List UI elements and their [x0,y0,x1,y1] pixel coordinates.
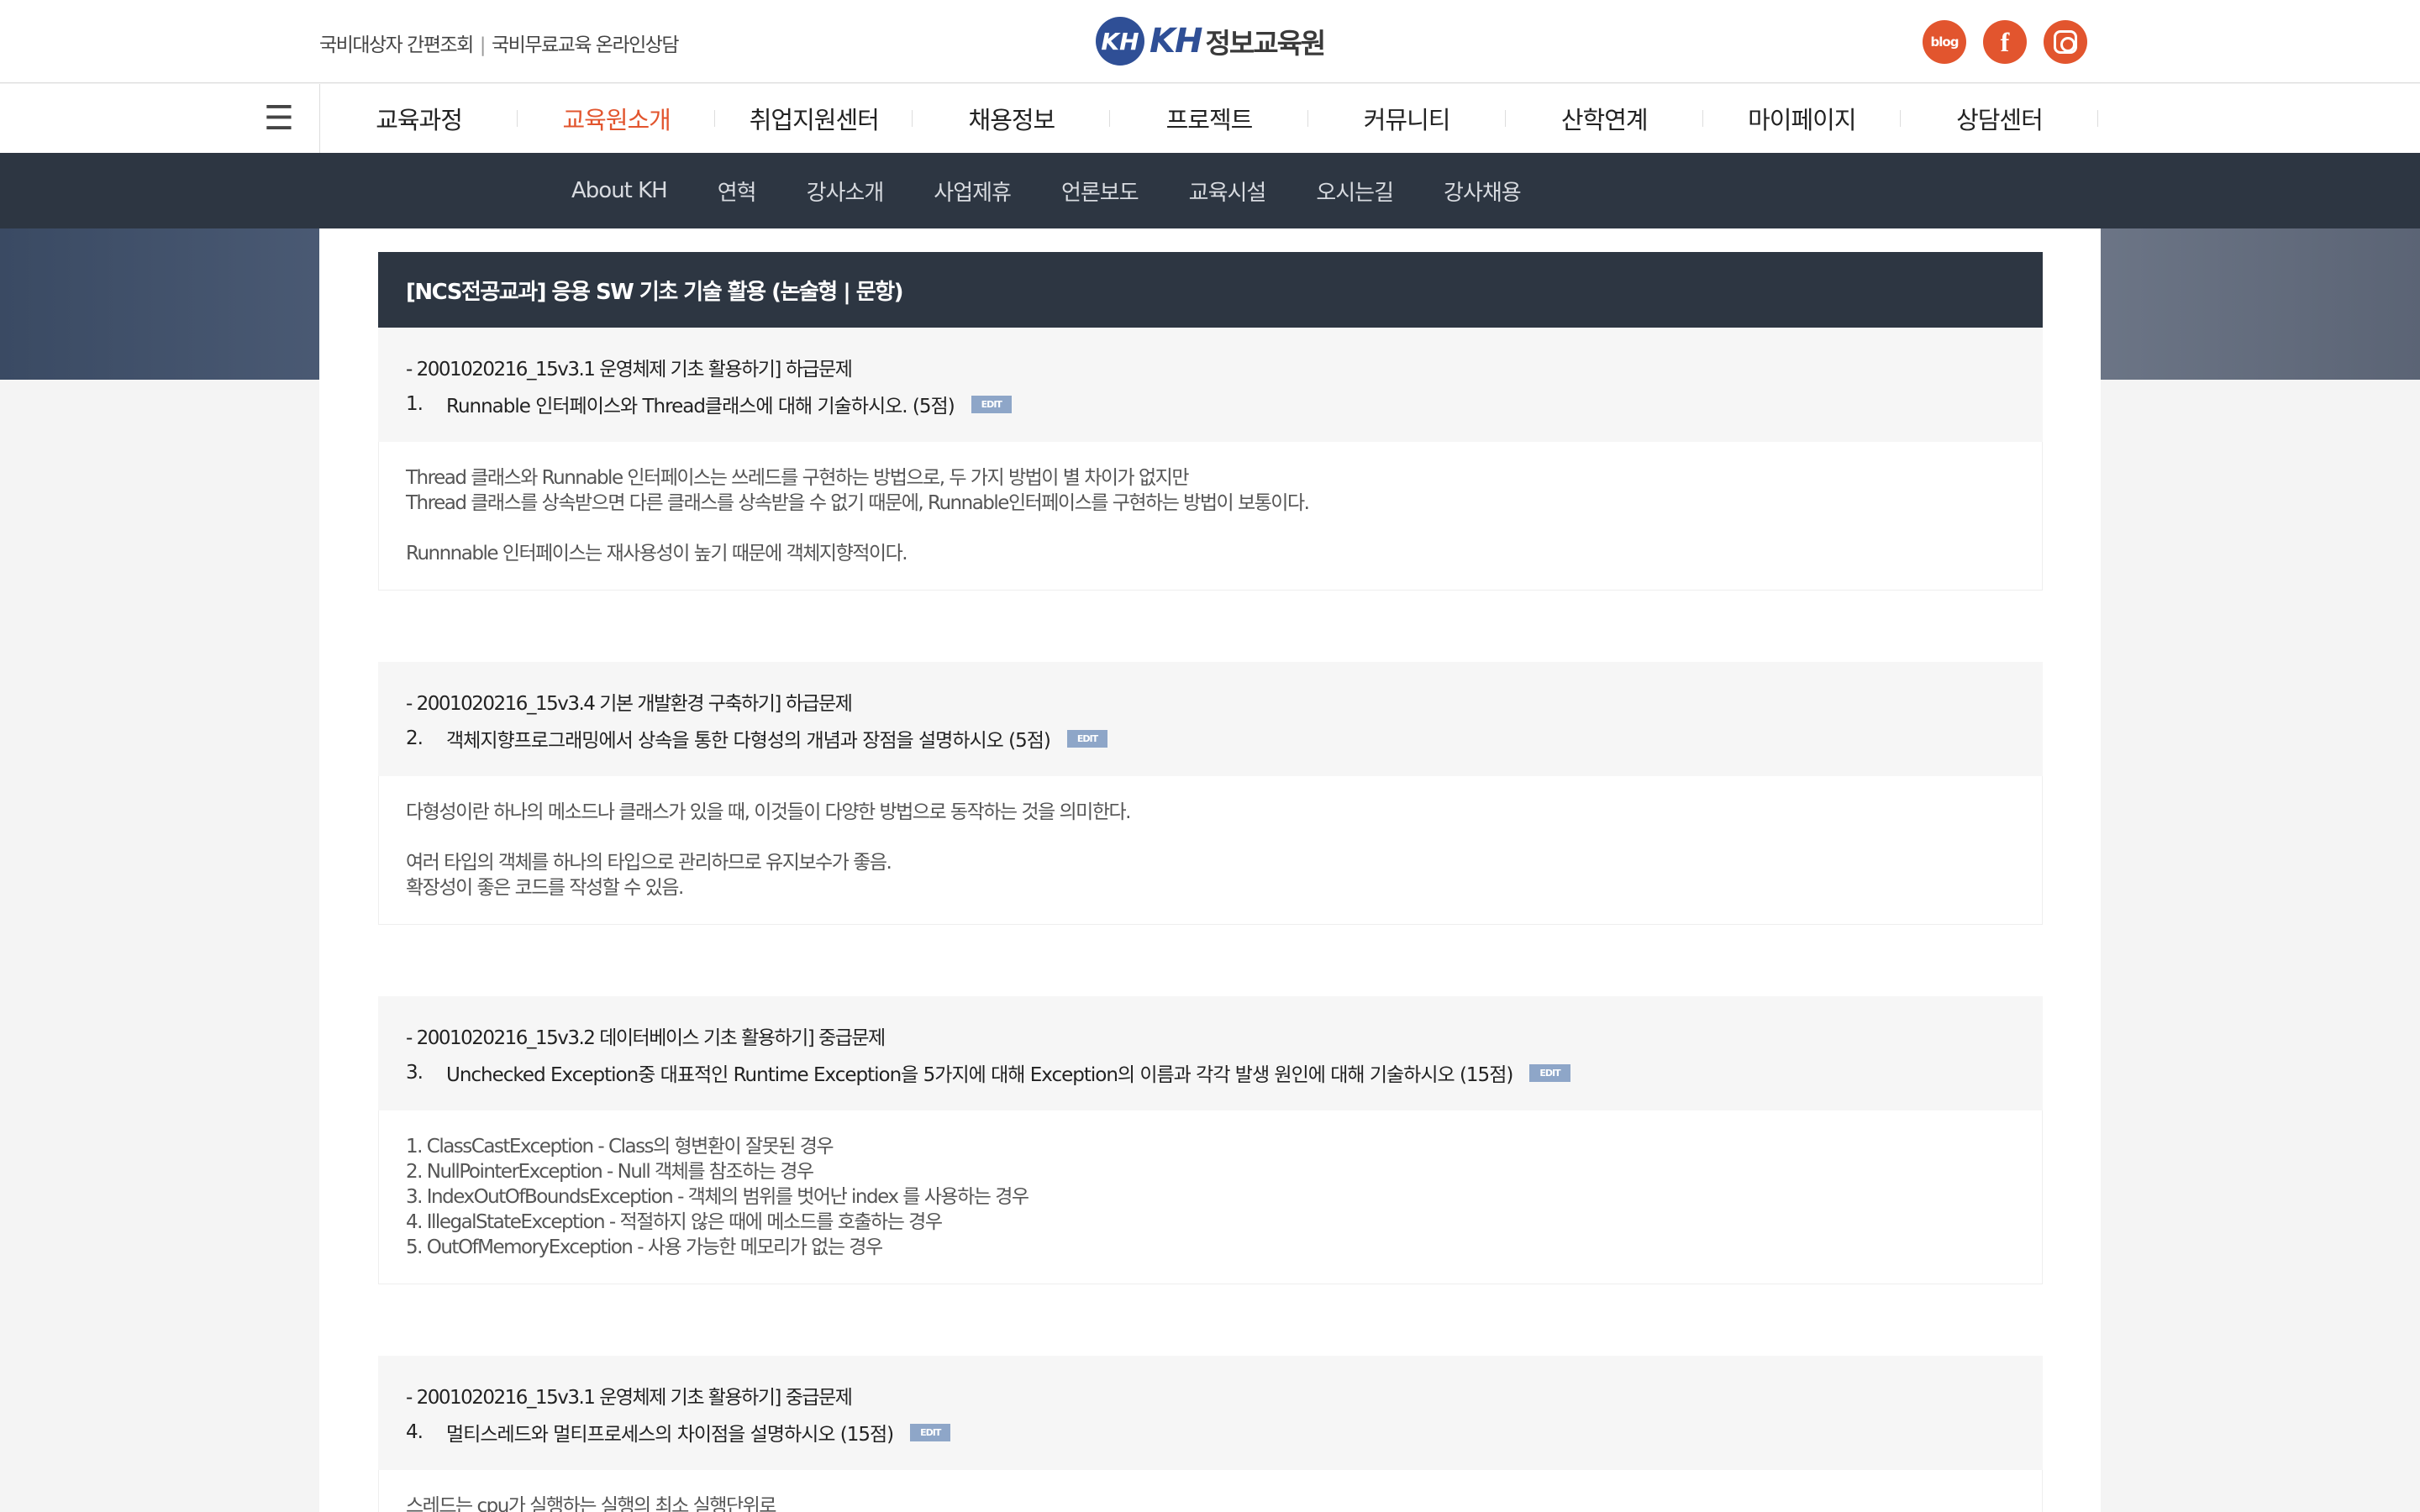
answer-box: Thread 클래스와 Runnable 인터페이스는 쓰레드를 구현하는 방법… [378,442,2043,591]
question-category: - 2001020216_15v3.1 운영체제 기초 활용하기] 중급문제 [406,1387,853,1409]
answer-line: Thread 클래스와 Runnable 인터페이스는 쓰레드를 구현하는 방법… [406,467,1189,489]
edit-button[interactable]: EDIT [910,1423,951,1441]
answer-line: 3. IndexOutOfBoundsException - 객체의 범위를 벗… [406,1186,1029,1208]
nav-item-courses[interactable]: 교육과정 [320,84,518,153]
answer-box: 다형성이란 하나의 메소드나 클래스가 있을 때, 이것들이 다양한 방법으로 … [378,776,2043,925]
question-category: - 2001020216_15v3.1 운영체제 기초 활용하기] 하급문제 [406,359,853,381]
answer-line: 2. NullPointerException - Null 객체를 참조하는 … [406,1161,814,1183]
subnav-instructor-recruit[interactable]: 강사채용 [1418,153,1546,228]
question-line: 4. 멀티스레드와 멀티프로세스의 차이점을 설명하시오 (15점) EDIT [406,1418,2015,1446]
site-logo[interactable]: KH KH 정보교육원 [1096,17,1326,66]
question-number: 1. [406,393,424,415]
question-line: 3. Unchecked Exception중 대표적인 Runtime Exc… [406,1058,2015,1087]
nav-item-community[interactable]: 커뮤니티 [1308,84,1506,153]
question-header: - 2001020216_15v3.1 운영체제 기초 활용하기] 하급문제 1… [378,328,2043,442]
question-number: 2. [406,727,424,749]
question-text: Unchecked Exception중 대표적인 Runtime Except… [446,1064,1513,1086]
nav-item-mypage[interactable]: 마이페이지 [1703,84,1901,153]
answer-box: 1. ClassCastException - Class의 형변환이 잘못된 … [378,1110,2043,1284]
subnav-instructors[interactable]: 강사소개 [781,153,909,228]
answer-line: Runnnable 인터페이스는 재사용성이 높기 때문에 객체지향적이다. [406,543,908,564]
main-nav: ☰ 교육과정 교육원소개 취업지원센터 채용정보 프로젝트 커뮤니티 산학연계 … [0,84,2420,153]
edit-button[interactable]: EDIT [971,395,1012,413]
edit-button[interactable]: EDIT [1066,729,1108,748]
answer-line: 스레드는 cpu가 실행하는 실행의 최소 실행단위로 [406,1495,776,1512]
exam-title: [NCS전공교과] 응용 SW 기초 기술 활용 (논술형 | 문항) [378,252,2043,328]
question-block: - 2001020216_15v3.1 운영체제 기초 활용하기] 중급문제 4… [378,1356,2043,1512]
nav-item-projects[interactable]: 프로젝트 [1110,84,1308,153]
answer-line [406,825,2015,850]
top-links: 국비대상자 간편조회 | 국비무료교육 온라인상담 [319,29,680,57]
answer-line: 여러 타입의 객체를 하나의 타입으로 관리하므로 유지보수가 좋음. [406,852,892,874]
question-category: - 2001020216_15v3.4 기본 개발환경 구축하기] 하급문제 [406,693,853,715]
sub-nav: About KH 연혁 강사소개 사업제휴 언론보도 교육시설 오시는길 강사채… [0,153,2420,228]
divider: | [479,34,487,56]
question-block: - 2001020216_15v3.4 기본 개발환경 구축하기] 하급문제 2… [378,662,2043,925]
sub-nav-list: About KH 연혁 강사소개 사업제휴 언론보도 교육시설 오시는길 강사채… [571,153,1546,228]
edit-button[interactable]: EDIT [1529,1063,1570,1082]
subnav-history[interactable]: 연혁 [692,153,781,228]
question-block: - 2001020216_15v3.1 운영체제 기초 활용하기] 하급문제 1… [378,328,2043,591]
subnav-about-kh[interactable]: About KH [571,153,692,228]
question-line: 1. Runnable 인터페이스와 Thread클래스에 대해 기술하시오. … [406,390,2015,418]
question-header: - 2001020216_15v3.4 기본 개발환경 구축하기] 하급문제 2… [378,662,2043,776]
question-line: 2. 객체지향프로그래밍에서 상속을 통한 다형성의 개념과 장점을 설명하시오… [406,724,2015,753]
question-block: - 2001020216_15v3.2 데이터베이스 기초 활용하기] 중급문제… [378,996,2043,1284]
answer-line: Thread 클래스를 상속받으면 다른 클래스를 상속받을 수 없기 때문에,… [406,492,1310,514]
nav-item-consult[interactable]: 상담센터 [1901,84,2099,153]
subnav-press[interactable]: 언론보도 [1036,153,1164,228]
question-number: 3. [406,1062,424,1084]
subnav-partnership[interactable]: 사업제휴 [908,153,1036,228]
answer-line [406,516,2015,541]
logo-mark-icon: KH [1096,17,1144,66]
question-header: - 2001020216_15v3.1 운영체제 기초 활용하기] 중급문제 4… [378,1356,2043,1470]
hamburger-menu-icon[interactable]: ☰ [264,102,294,135]
main-nav-list: 교육과정 교육원소개 취업지원센터 채용정보 프로젝트 커뮤니티 산학연계 마이… [319,84,2099,153]
answer-box: 스레드는 cpu가 실행하는 실행의 최소 실행단위로 [378,1470,2043,1512]
blog-icon[interactable]: blog [1923,20,1966,64]
logo-kh-text: KH [1150,22,1202,60]
question-text: 객체지향프로그래밍에서 상속을 통한 다형성의 개념과 장점을 설명하시오 (5… [446,730,1051,752]
top-bar: 국비대상자 간편조회 | 국비무료교육 온라인상담 KH KH 정보교육원 blog… [0,0,2420,83]
subnav-directions[interactable]: 오시는길 [1291,153,1418,228]
question-header: - 2001020216_15v3.2 데이터베이스 기초 활용하기] 중급문제… [378,996,2043,1110]
exam-content: [NCS전공교과] 응용 SW 기초 기술 활용 (논술형 | 문항) - 20… [319,228,2101,1512]
nav-item-about[interactable]: 교육원소개 [518,84,716,153]
question-text: 멀티스레드와 멀티프로세스의 차이점을 설명하시오 (15점) [446,1424,894,1446]
logo-name-text: 정보교육원 [1205,27,1326,60]
facebook-icon[interactable]: f [1983,20,2027,64]
nav-item-career-center[interactable]: 취업지원센터 [715,84,913,153]
answer-line: 다형성이란 하나의 메소드나 클래스가 있을 때, 이것들이 다양한 방법으로 … [406,801,1131,823]
top-link-quick-check[interactable]: 국비대상자 간편조회 [319,34,474,56]
question-text: Runnable 인터페이스와 Thread클래스에 대해 기술하시오. (5점… [446,396,955,417]
nav-item-industry[interactable]: 산학연계 [1506,84,1703,153]
answer-line: 1. ClassCastException - Class의 형변환이 잘못된 … [406,1136,834,1158]
nav-item-jobs[interactable]: 채용정보 [913,84,1111,153]
instagram-icon[interactable] [2044,20,2087,64]
answer-line: 확장성이 좋은 코드를 작성할 수 있음. [406,877,684,899]
social-links: blog f [1923,20,2087,64]
top-link-online-consult[interactable]: 국비무료교육 온라인상담 [492,34,680,56]
question-category: - 2001020216_15v3.2 데이터베이스 기초 활용하기] 중급문제 [406,1027,886,1049]
answer-line: 4. IllegalStateException - 적절하지 않은 때에 메소… [406,1211,943,1233]
subnav-facilities[interactable]: 교육시설 [1164,153,1292,228]
question-number: 4. [406,1421,424,1443]
answer-line: 5. OutOfMemoryException - 사용 가능한 메모리가 없는… [406,1236,883,1258]
